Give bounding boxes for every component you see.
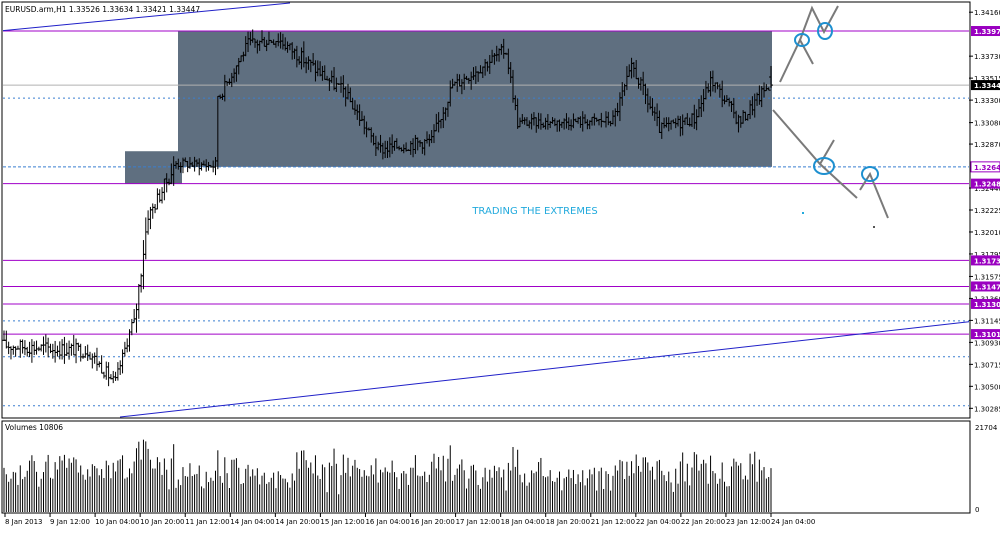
time-tick-label: 18 Jan 20:00 [546,518,590,526]
time-tick-label: 15 Jan 12:00 [320,518,364,526]
symbol-header: EURUSD.arm,H1 1.33526 1.33634 1.33421 1.… [5,5,200,14]
range-box[interactable] [178,31,772,167]
volume-max-label: 21704 [975,424,998,432]
time-tick-label: 24 Jan 04:00 [771,518,815,526]
marker-dot-grey [873,226,875,228]
time-tick-label: 21 Jan 12:00 [591,518,635,526]
time-tick-label: 18 Jan 04:00 [501,518,545,526]
time-tick-label: 11 Jan 12:00 [185,518,229,526]
time-tick-label: 10 Jan 20:00 [140,518,184,526]
scenario-arrow-down-2[interactable] [819,163,858,199]
level-tag-label: 1.31732 [974,257,1000,265]
time-tick-label: 14 Jan 04:00 [230,518,274,526]
volume-bars [3,439,772,512]
price-tick-label: 1.30930 [974,339,1000,347]
price-tick-label: 1.30715 [974,361,1000,369]
scenario-circle-bottom-left[interactable] [813,157,835,175]
time-tick-label: 14 Jan 20:00 [275,518,319,526]
scenario-arrow-down-1[interactable] [772,109,835,166]
price-axis[interactable]: 1.341601.337301.335151.333001.330801.328… [969,9,1000,413]
volume-pane-frame [1,420,971,514]
chart-canvas[interactable]: 1.341601.337301.335151.333001.330801.328… [0,0,1000,529]
level-tag-label: 1.33976 [974,28,1000,36]
range-boxes[interactable] [125,31,772,184]
time-tick-label: 16 Jan 20:00 [411,518,455,526]
scenario-arrows[interactable] [772,5,889,228]
price-tick-label: 1.32225 [974,207,1000,215]
time-tick-label: 22 Jan 20:00 [681,518,725,526]
time-tick-label: 8 Jan 2013 [5,518,43,526]
level-tag-label: 1.31011 [974,331,1000,339]
level-tag-label: 1.31477 [974,283,1000,291]
trading-the-extremes-annotation: TRADING THE EXTREMES [471,206,597,217]
chart-window[interactable]: 1.341601.337301.335151.333001.330801.328… [0,0,1000,529]
volume-zero-label: 0 [975,506,979,514]
price-tick-label: 1.33730 [974,53,1000,61]
price-tick-label: 1.32870 [974,141,1000,149]
scenario-arrow-up-1[interactable] [779,37,814,83]
price-tick-label: 1.31575 [974,273,1000,281]
price-tick-label: 1.34160 [974,9,1000,17]
time-axis[interactable]: 8 Jan 2013 9 Jan 12:00 10 Jan 04:00 10 Jan … [4,513,815,526]
level-tag-label: 1.32647 [974,164,1000,172]
volume-header: Volumes 10806 [5,423,63,432]
time-tick-label: 9 Jan 12:00 [50,518,90,526]
price-tick-label: 1.30285 [974,405,1000,413]
level-tag-label: 1.31306 [974,301,1000,309]
price-tick-label: 1.32010 [974,229,1000,237]
level-tag-label: 1.33447 [974,82,1000,90]
level-tag-label: 1.32483 [974,181,1000,189]
time-tick-label: 10 Jan 04:00 [95,518,139,526]
time-tick-label: 22 Jan 04:00 [636,518,680,526]
price-tick-label: 1.33300 [974,97,1000,105]
price-tick-label: 1.33080 [974,120,1000,128]
time-tick-label: 17 Jan 12:00 [456,518,500,526]
marker-dot-blue [802,212,804,214]
time-tick-label: 23 Jan 12:00 [726,518,770,526]
time-tick-label: 16 Jan 04:00 [365,518,409,526]
price-tick-label: 1.31145 [974,317,1000,325]
price-tick-label: 1.30500 [974,383,1000,391]
lower-trendline[interactable] [119,321,970,418]
